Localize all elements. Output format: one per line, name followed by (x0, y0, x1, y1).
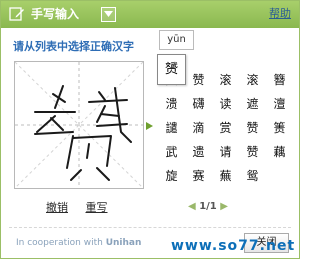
candidate-char[interactable]: 赛 (185, 164, 212, 188)
candidate-grid: 赟 赞 滚 滚 簪 溃 礴 读 遮 澶 譴 滴 赏 赞 箦 武 遗 请 赞 藕 … (158, 68, 293, 188)
canvas-actions: 撤销 重写 (46, 201, 122, 215)
candidate-char[interactable]: 簪 (266, 68, 293, 92)
candidate-char[interactable]: 澶 (266, 92, 293, 116)
cooperation-note: In cooperation with Unihan (16, 237, 141, 249)
candidate-char[interactable]: 鸳 (239, 164, 266, 188)
page-indicator: 1/1 (199, 201, 217, 212)
chevron-down-icon (104, 11, 113, 17)
candidate-char[interactable]: 滚 (212, 68, 239, 92)
undo-button[interactable]: 撤销 (46, 201, 68, 214)
candidate-char[interactable]: 礴 (185, 92, 212, 116)
handwriting-canvas[interactable] (14, 61, 144, 189)
candidate-char[interactable]: 赏 (212, 116, 239, 140)
character-preview: 赟 (157, 54, 186, 85)
candidate-char[interactable]: 遗 (185, 140, 212, 164)
footer-divider (9, 227, 291, 228)
triangle-left-icon[interactable]: ◀ (188, 201, 196, 212)
candidate-char[interactable]: 藕 (266, 140, 293, 164)
candidate-char[interactable]: 武 (158, 140, 185, 164)
handwritten-strokes (34, 85, 132, 181)
cooperation-prefix: In cooperation with (16, 238, 103, 248)
handwriting-panel: 手写输入 帮助 请从列表中选择正确汉字 赞 滚 滚 簪 溃 礴 读 遮 澶 譴 … (0, 0, 300, 259)
mode-dropdown[interactable] (101, 7, 116, 22)
candidate-char[interactable]: 滚 (239, 68, 266, 92)
candidate-char[interactable]: 溃 (158, 92, 185, 116)
candidate-char[interactable]: 滴 (185, 116, 212, 140)
instruction-text: 请从列表中选择正确汉字 (13, 40, 134, 53)
candidate-char[interactable]: 请 (212, 140, 239, 164)
triangle-right-icon[interactable]: ▶ (220, 201, 228, 212)
candidate-char[interactable]: 赞 (239, 116, 266, 140)
candidate-char[interactable]: 譴 (158, 116, 185, 140)
pager: ◀ 1/1 ▶ (188, 200, 228, 214)
preview-char: 赟 (164, 62, 178, 77)
candidate-char[interactable]: 蕪 (212, 164, 239, 188)
candidate-char[interactable]: 旋 (158, 164, 185, 188)
triangle-right-icon (146, 122, 153, 130)
candidate-char[interactable]: 赞 (185, 68, 212, 92)
candidate-char[interactable]: 读 (212, 92, 239, 116)
watermark: www.so77.net (171, 238, 296, 254)
candidate-char (266, 164, 293, 188)
cooperation-partner: Unihan (105, 238, 142, 248)
edit-icon (9, 6, 25, 22)
candidate-char[interactable]: 箦 (266, 116, 293, 140)
candidate-char[interactable]: 赞 (239, 140, 266, 164)
window-title: 手写输入 (31, 7, 80, 21)
candidate-char[interactable]: 遮 (239, 92, 266, 116)
pinyin-tooltip: yūn (159, 30, 194, 50)
help-link[interactable]: 帮助 (269, 6, 291, 22)
rewrite-button[interactable]: 重写 (86, 201, 108, 214)
title-bar: 手写输入 帮助 (1, 1, 299, 28)
